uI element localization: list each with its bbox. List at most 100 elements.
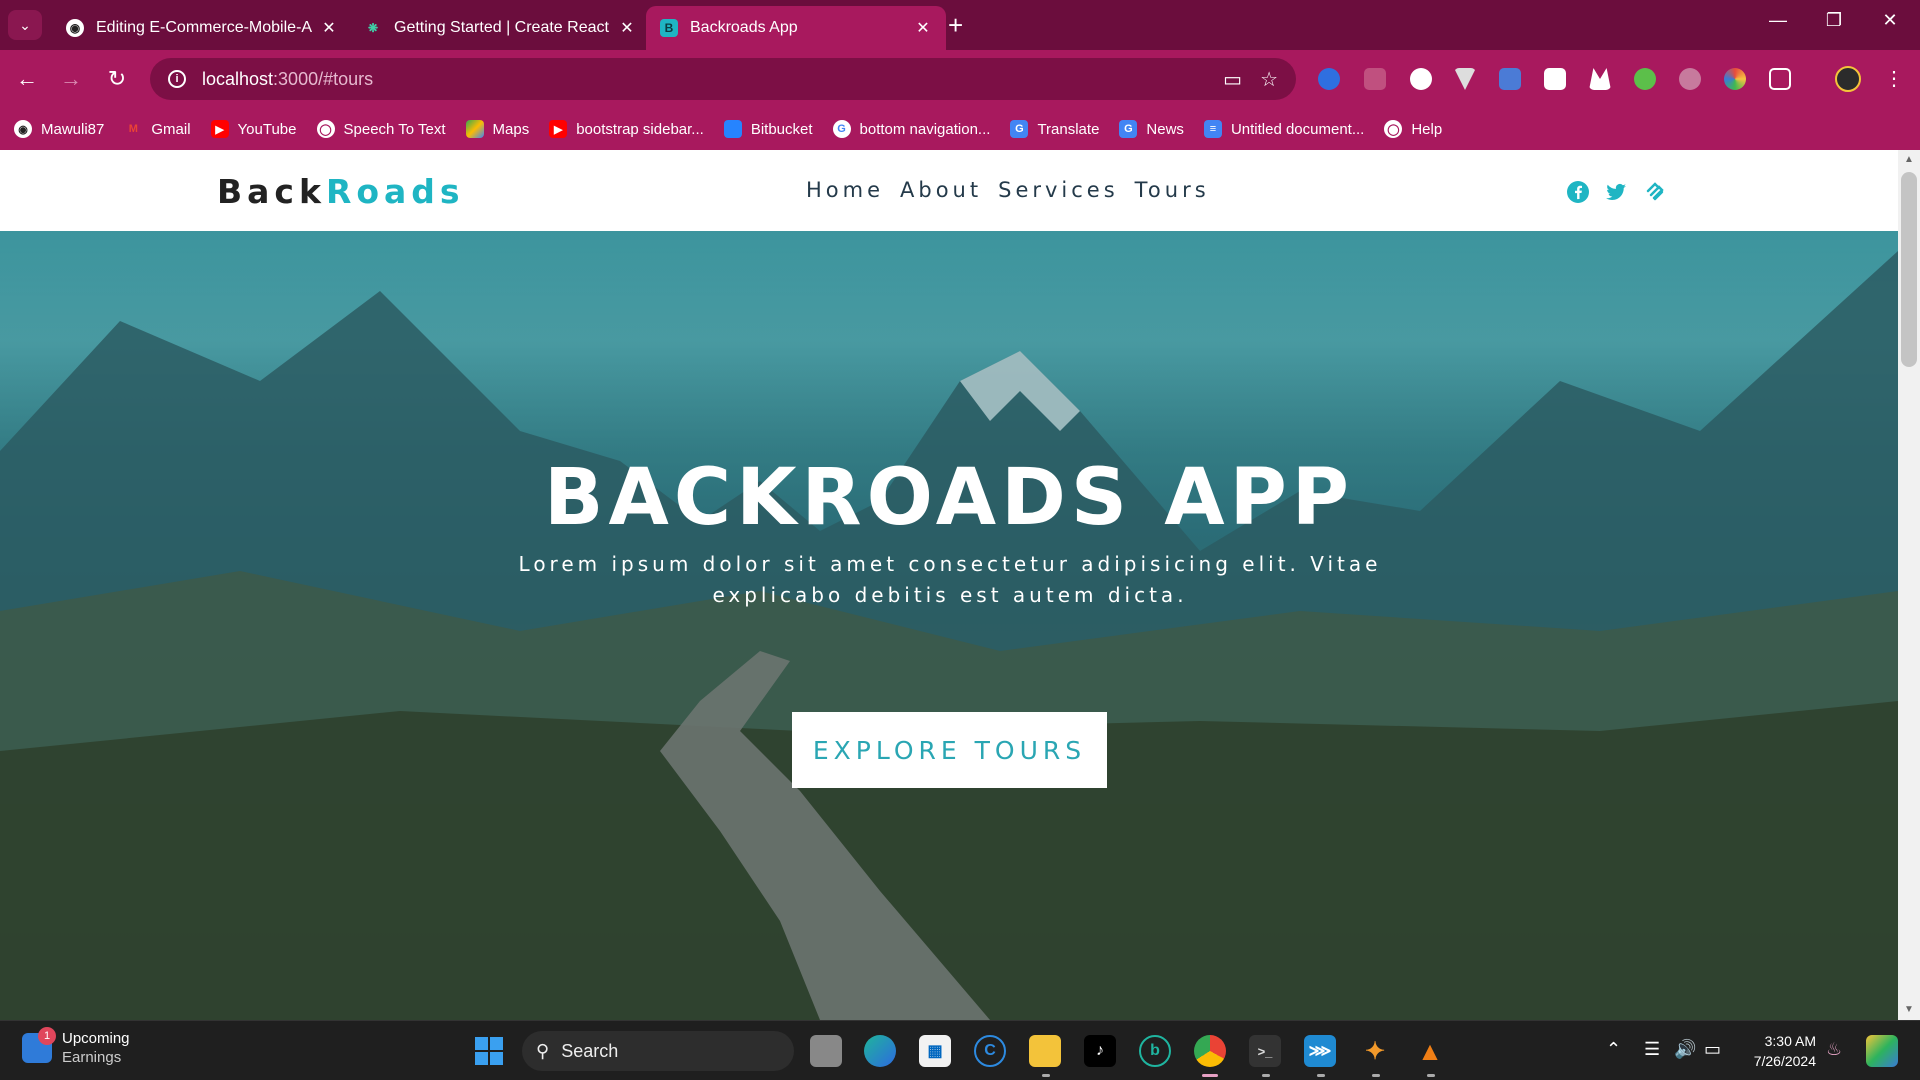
extension-icon[interactable] <box>1410 68 1432 90</box>
scrollbar-thumb[interactable] <box>1901 172 1917 367</box>
menu-dots-icon[interactable]: ⋮ <box>1884 68 1904 90</box>
close-window-icon[interactable]: ✕ <box>1870 10 1910 31</box>
site-info-icon[interactable]: i <box>168 70 186 88</box>
active-app-indicator <box>1202 1074 1218 1077</box>
youtube-icon: ▶ <box>549 120 568 138</box>
squarespace-icon[interactable] <box>1643 180 1667 204</box>
close-icon[interactable]: ✕ <box>914 18 932 38</box>
tab-create-react-app[interactable]: ❋ Getting Started | Create React A ✕ <box>350 6 650 50</box>
tab-title: Editing E-Commerce-Mobile-Ap <box>96 19 312 36</box>
bookmark-youtube[interactable]: ▶ YouTube <box>210 120 297 138</box>
browser-tab-strip: ⌄ ◉ Editing E-Commerce-Mobile-Ap ✕ ❋ Get… <box>0 0 1920 50</box>
edge-icon[interactable] <box>864 1035 896 1067</box>
hero-banner: BACKROADS APP Lorem ipsum dolor sit amet… <box>0 231 1898 1020</box>
forward-arrow-icon[interactable]: → <box>56 64 86 94</box>
copilot-icon[interactable] <box>1866 1035 1898 1067</box>
battery-icon[interactable]: ▭ <box>1704 1039 1721 1060</box>
app-icon[interactable]: b <box>1139 1035 1171 1067</box>
youtube-icon: ▶ <box>210 120 229 138</box>
bookmark-bitbucket[interactable]: Bitbucket <box>723 120 813 138</box>
file-explorer-icon[interactable] <box>1029 1035 1061 1067</box>
chevron-down-icon: ⌄ <box>19 16 31 33</box>
site-navbar: BackRoads Home About Services Tours <box>0 150 1898 231</box>
bookmark-news[interactable]: G News <box>1119 120 1184 138</box>
hero-subtitle: Lorem ipsum dolor sit amet consectetur a… <box>518 552 1382 607</box>
notification-bell-icon[interactable]: ♨ <box>1826 1039 1842 1060</box>
show-hidden-icons-chevron-icon[interactable]: ⌃ <box>1606 1039 1621 1060</box>
scroll-up-icon[interactable]: ▲ <box>1898 154 1920 165</box>
bookmark-bottom-navigation[interactable]: Gbottom navigation... <box>832 120 990 138</box>
terminal-icon[interactable]: >_ <box>1249 1035 1281 1067</box>
extension-icon[interactable] <box>1318 68 1340 90</box>
bookmark-speech-to-text[interactable]: ◯ Speech To Text <box>316 120 446 138</box>
task-view-icon[interactable] <box>810 1035 842 1067</box>
install-app-icon[interactable]: ▭ <box>1223 67 1242 92</box>
tab-backroads-app[interactable]: B Backroads App ✕ <box>646 6 946 50</box>
scroll-down-icon[interactable]: ▼ <box>1898 1004 1920 1015</box>
close-icon[interactable]: ✕ <box>618 18 636 38</box>
back-arrow-icon[interactable]: ← <box>12 64 42 94</box>
site-logo[interactable]: BackRoads <box>217 172 465 211</box>
bitbucket-icon <box>723 120 742 138</box>
running-indicator <box>1372 1074 1380 1077</box>
widget-subtitle: Earnings <box>62 1049 122 1066</box>
extension-icon[interactable] <box>1364 68 1386 90</box>
windows-taskbar: 1 Upcoming Earnings ⚲ Search ▦ C ♪ b >_ … <box>0 1020 1920 1080</box>
globe-icon: ◯ <box>316 120 335 138</box>
nav-link-home[interactable]: Home <box>806 178 884 202</box>
translate-icon: G <box>1010 120 1029 138</box>
ccleaner-icon[interactable]: C <box>974 1035 1006 1067</box>
bookmark-translate[interactable]: G Translate <box>1010 120 1099 138</box>
bookmark-untitled-document[interactable]: ≡ Untitled document... <box>1203 120 1364 138</box>
system-clock[interactable]: 3:30 AM 7/26/2024 <box>1740 1031 1816 1071</box>
running-indicator <box>1427 1074 1435 1077</box>
address-bar[interactable]: i localhost:3000/#tours ▭ ☆ <box>150 58 1296 100</box>
mountain-landscape-image <box>0 251 1898 1020</box>
extension-icon[interactable] <box>1499 68 1521 90</box>
extension-icon[interactable] <box>1634 68 1656 90</box>
widget-title: Upcoming <box>62 1030 130 1047</box>
bookmark-star-icon[interactable]: ☆ <box>1260 67 1278 92</box>
nav-link-services[interactable]: Services <box>998 178 1119 202</box>
restore-icon[interactable]: ❐ <box>1814 10 1854 31</box>
wifi-icon[interactable]: ☰ <box>1644 1039 1660 1060</box>
postman-icon[interactable]: ✦ <box>1359 1035 1391 1067</box>
chrome-icon[interactable] <box>1194 1035 1226 1067</box>
maps-icon <box>465 120 484 138</box>
twitter-icon[interactable] <box>1604 180 1628 204</box>
hero-title: BACKROADS APP <box>544 453 1354 543</box>
taskbar-search[interactable]: ⚲ Search <box>522 1031 794 1071</box>
volume-icon[interactable]: 🔊 <box>1674 1039 1696 1060</box>
bookmark-mawuli87[interactable]: ◉ Mawuli87 <box>14 120 104 138</box>
reload-icon[interactable]: ↻ <box>102 64 132 94</box>
windows-start-icon[interactable] <box>473 1035 505 1067</box>
gmail-icon: M <box>128 123 138 135</box>
github-icon: ◉ <box>14 120 32 138</box>
new-tab-button[interactable]: + <box>948 10 963 40</box>
nav-link-about[interactable]: About <box>900 178 982 202</box>
vlc-icon[interactable]: ▲ <box>1414 1035 1446 1067</box>
explore-tours-button[interactable]: EXPLORE TOURS <box>792 712 1107 788</box>
tab-search-button[interactable]: ⌄ <box>8 10 42 40</box>
widgets-button[interactable]: 1 Upcoming Earnings <box>22 1027 130 1067</box>
bookmark-bootstrap-sidebar[interactable]: ▶ bootstrap sidebar... <box>549 120 704 138</box>
tiktok-icon[interactable]: ♪ <box>1084 1035 1116 1067</box>
extension-icon[interactable] <box>1679 68 1701 90</box>
avatar[interactable] <box>1835 66 1861 92</box>
close-icon[interactable]: ✕ <box>320 18 338 38</box>
bookmark-gmail[interactable]: M Gmail <box>124 120 191 138</box>
minimize-icon[interactable]: — <box>1758 10 1798 31</box>
address-url[interactable]: localhost:3000/#tours <box>202 69 1205 90</box>
extension-icon[interactable] <box>1544 68 1566 90</box>
page-viewport: BackRoads Home About Services Tours BACK… <box>0 150 1920 1020</box>
extensions-puzzle-icon[interactable] <box>1769 68 1791 90</box>
bookmark-help[interactable]: ◯ Help <box>1384 120 1442 138</box>
vscode-icon[interactable]: ⋙ <box>1304 1035 1336 1067</box>
facebook-icon[interactable] <box>1566 180 1590 204</box>
nav-link-tours[interactable]: Tours <box>1135 178 1210 202</box>
tab-github-editing[interactable]: ◉ Editing E-Commerce-Mobile-Ap ✕ <box>52 6 352 50</box>
microsoft-store-icon[interactable]: ▦ <box>919 1035 951 1067</box>
google-icon: G <box>832 120 851 138</box>
color-picker-icon[interactable] <box>1724 68 1746 90</box>
bookmark-maps[interactable]: Maps <box>465 120 529 138</box>
